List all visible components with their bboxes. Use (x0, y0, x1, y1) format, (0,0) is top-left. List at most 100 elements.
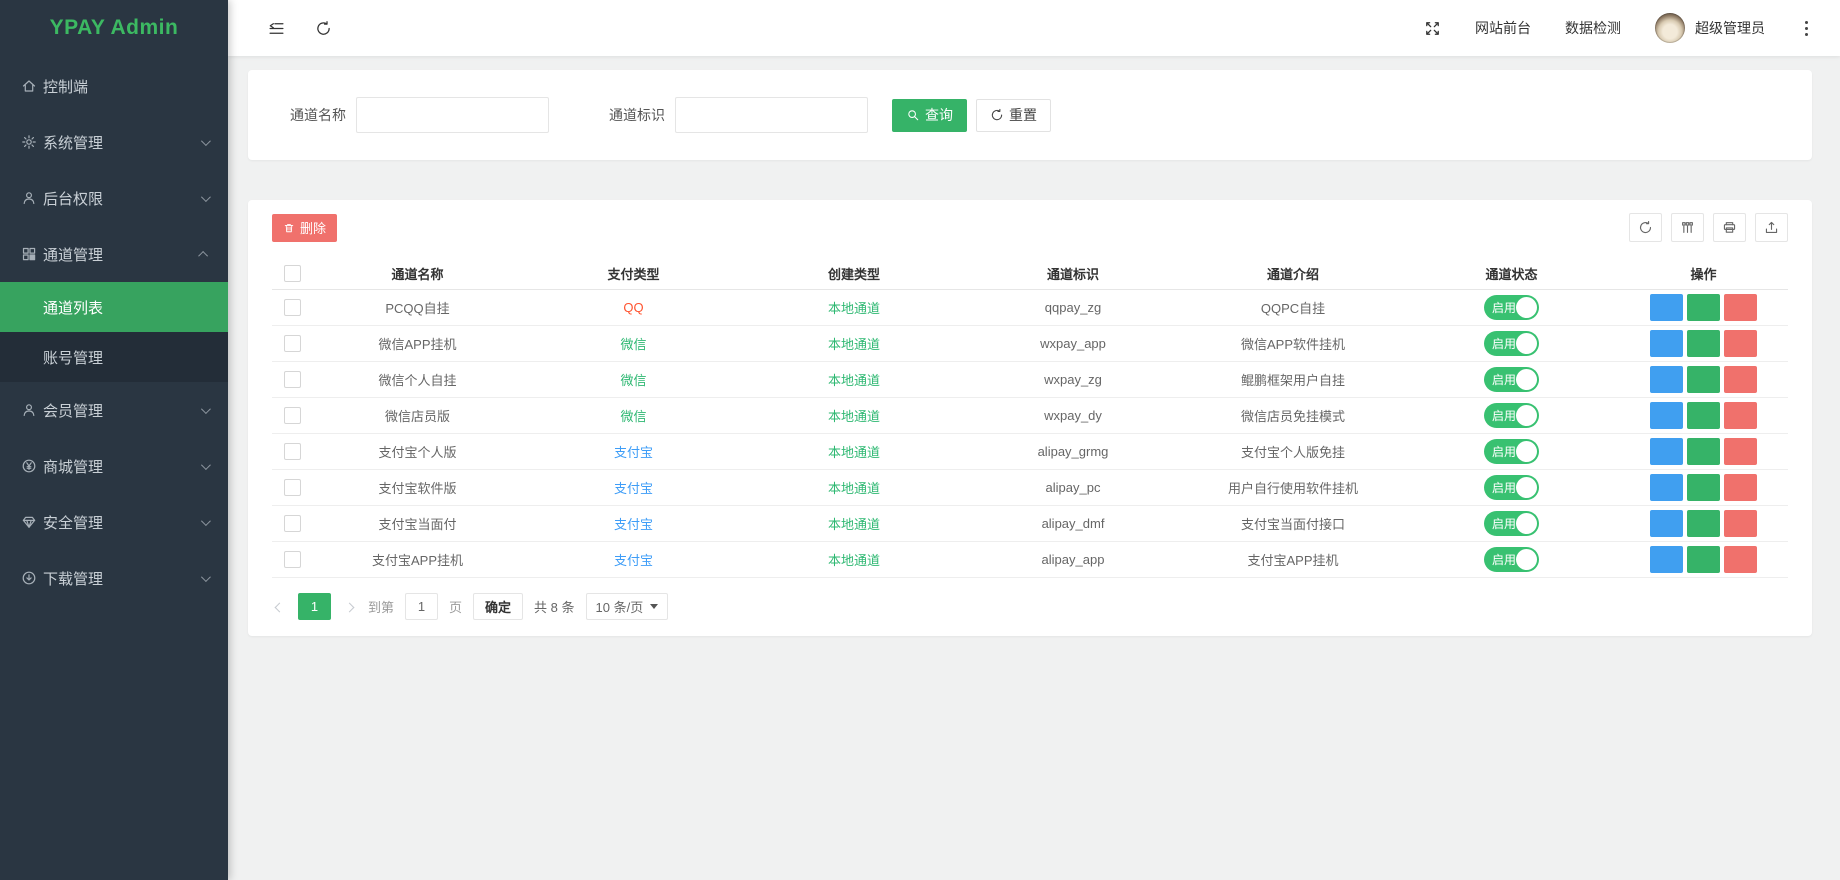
table-tool-icons (1629, 213, 1788, 242)
move-row-button[interactable] (1650, 294, 1683, 321)
sidebar-item-channel[interactable]: 通道管理 (0, 226, 228, 282)
sidebar-item-label: 会员管理 (43, 400, 201, 421)
table-row: 微信店员版 微信 本地通道 wxpay_dy 微信店员免挂模式 启用 (272, 397, 1788, 433)
topbar: 网站前台 数据检测 超级管理员 (228, 0, 1840, 56)
status-toggle[interactable]: 启用 (1484, 439, 1539, 464)
status-toggle[interactable]: 启用 (1484, 331, 1539, 356)
row-checkbox[interactable] (284, 443, 301, 460)
sidebar-item-mall[interactable]: 商城管理 (0, 438, 228, 494)
collapse-sidebar-icon[interactable] (268, 20, 285, 37)
row-checkbox[interactable] (284, 299, 301, 316)
refresh-page-icon[interactable] (315, 20, 332, 37)
delete-row-button[interactable] (1724, 366, 1757, 393)
move-row-button[interactable] (1650, 510, 1683, 537)
delete-row-button[interactable] (1724, 474, 1757, 501)
delete-row-button[interactable] (1724, 546, 1757, 573)
status-toggle[interactable]: 启用 (1484, 547, 1539, 572)
table-print-button[interactable] (1713, 213, 1746, 242)
edit-row-button[interactable] (1687, 330, 1720, 357)
sidebar-item-backend-auth[interactable]: 后台权限 (0, 170, 228, 226)
goto-page-input[interactable] (405, 593, 438, 620)
reset-button[interactable]: 重置 (976, 99, 1051, 132)
status-toggle[interactable]: 启用 (1484, 295, 1539, 320)
status-toggle[interactable]: 启用 (1484, 475, 1539, 500)
sidebar-item-member[interactable]: 会员管理 (0, 382, 228, 438)
cell-pay-type: 支付宝 (523, 469, 744, 505)
kebab-menu-icon[interactable] (1799, 19, 1814, 38)
sidebar-item-console[interactable]: 控制端 (0, 58, 228, 114)
edit-row-button[interactable] (1687, 366, 1720, 393)
edit-row-button[interactable] (1687, 474, 1720, 501)
delete-row-button[interactable] (1724, 402, 1757, 429)
sidebar-item-security[interactable]: 安全管理 (0, 494, 228, 550)
topbar-left (268, 20, 332, 37)
delete-row-button[interactable] (1724, 330, 1757, 357)
select-all-checkbox[interactable] (284, 265, 301, 282)
row-checkbox[interactable] (284, 479, 301, 496)
pencil-icon (1697, 481, 1710, 494)
row-checkbox[interactable] (284, 407, 301, 424)
move-row-button[interactable] (1650, 366, 1683, 393)
row-checkbox[interactable] (284, 335, 301, 352)
edit-row-button[interactable] (1687, 438, 1720, 465)
move-icon (1660, 409, 1673, 422)
page-size-select[interactable]: 10 条/页 (586, 593, 669, 620)
sidebar-item-label: 系统管理 (43, 132, 201, 153)
prev-page-button[interactable] (272, 595, 287, 618)
toggle-knob (1516, 549, 1537, 570)
trash-icon (1734, 301, 1747, 314)
select-all-header (272, 258, 312, 289)
move-row-button[interactable] (1650, 438, 1683, 465)
site-front-link[interactable]: 网站前台 (1475, 18, 1531, 38)
table-refresh-button[interactable] (1629, 213, 1662, 242)
sidebar-item-system[interactable]: 系统管理 (0, 114, 228, 170)
move-row-button[interactable] (1650, 546, 1683, 573)
row-checkbox[interactable] (284, 515, 301, 532)
trash-icon (1734, 337, 1747, 350)
next-page-button[interactable] (342, 595, 357, 618)
cell-pay-type: 支付宝 (523, 541, 744, 577)
sidebar-subitem-account-manage[interactable]: 账号管理 (0, 332, 228, 382)
row-checkbox[interactable] (284, 371, 301, 388)
cell-pay-type: 支付宝 (523, 505, 744, 541)
channel-ident-input[interactable] (675, 97, 868, 133)
table-export-button[interactable] (1755, 213, 1788, 242)
status-toggle[interactable]: 启用 (1484, 403, 1539, 428)
status-toggle[interactable]: 启用 (1484, 367, 1539, 392)
table-columns-button[interactable] (1671, 213, 1704, 242)
status-toggle-label: 启用 (1492, 479, 1516, 496)
column-header: 支付类型 (523, 258, 744, 289)
cell-channel-intro: QQPC自挂 (1182, 289, 1404, 325)
trash-icon (1734, 445, 1747, 458)
delete-row-button[interactable] (1724, 438, 1757, 465)
move-icon (1660, 301, 1673, 314)
status-toggle-label: 启用 (1492, 551, 1516, 568)
user-menu[interactable]: 超级管理员 (1655, 13, 1765, 43)
channel-name-input[interactable] (356, 97, 549, 133)
delete-row-button[interactable] (1724, 294, 1757, 321)
status-toggle[interactable]: 启用 (1484, 511, 1539, 536)
cell-channel-ident: wxpay_app (964, 325, 1182, 361)
chevron-down-icon (201, 404, 211, 414)
edit-row-button[interactable] (1687, 510, 1720, 537)
sidebar-item-download[interactable]: 下载管理 (0, 550, 228, 606)
toggle-knob (1516, 441, 1537, 462)
data-check-link[interactable]: 数据检测 (1565, 18, 1621, 38)
move-row-button[interactable] (1650, 474, 1683, 501)
query-button[interactable]: 查询 (892, 99, 967, 132)
fullscreen-icon[interactable] (1424, 20, 1441, 37)
cell-pay-type: QQ (523, 289, 744, 325)
row-checkbox[interactable] (284, 551, 301, 568)
move-row-button[interactable] (1650, 402, 1683, 429)
topbar-right: 网站前台 数据检测 超级管理员 (1424, 13, 1814, 43)
row-actions (1650, 330, 1757, 357)
page-1-button[interactable]: 1 (298, 593, 331, 620)
edit-row-button[interactable] (1687, 546, 1720, 573)
edit-row-button[interactable] (1687, 402, 1720, 429)
goto-confirm-button[interactable]: 确定 (473, 593, 523, 620)
delete-row-button[interactable] (1724, 510, 1757, 537)
sidebar-subitem-channel-list[interactable]: 通道列表 (0, 282, 228, 332)
edit-row-button[interactable] (1687, 294, 1720, 321)
move-row-button[interactable] (1650, 330, 1683, 357)
batch-delete-button[interactable]: 删除 (272, 214, 337, 242)
